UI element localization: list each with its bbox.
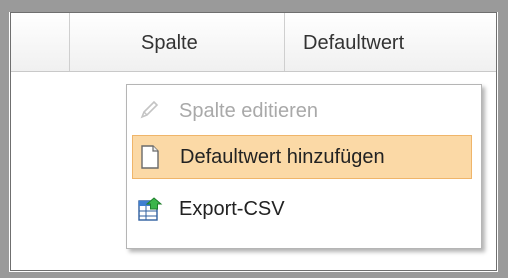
column-header-spalte[interactable]: Spalte <box>141 32 198 55</box>
menu-item-edit-column[interactable]: Spalte editieren <box>127 89 481 133</box>
menu-item-add-default[interactable]: Defaultwert hinzufügen <box>132 135 472 179</box>
context-menu: Spalte editieren Defaultwert hinzufügen <box>126 84 482 249</box>
menu-item-label: Export-CSV <box>179 198 285 220</box>
column-separator[interactable] <box>69 13 70 71</box>
menu-item-label: Defaultwert hinzufügen <box>180 146 385 168</box>
blank-document-icon <box>138 144 162 169</box>
grid-panel: Spalte Defaultwert Spalte editieren Defa… <box>10 12 497 271</box>
column-separator[interactable] <box>284 13 285 71</box>
pencil-icon <box>137 98 161 122</box>
column-header-defaultwert[interactable]: Defaultwert <box>303 32 404 55</box>
menu-item-label: Spalte editieren <box>179 100 318 122</box>
menu-item-export-csv[interactable]: Export-CSV <box>127 187 481 231</box>
grid-header: Spalte Defaultwert <box>11 13 496 72</box>
spreadsheet-export-icon <box>137 196 163 221</box>
